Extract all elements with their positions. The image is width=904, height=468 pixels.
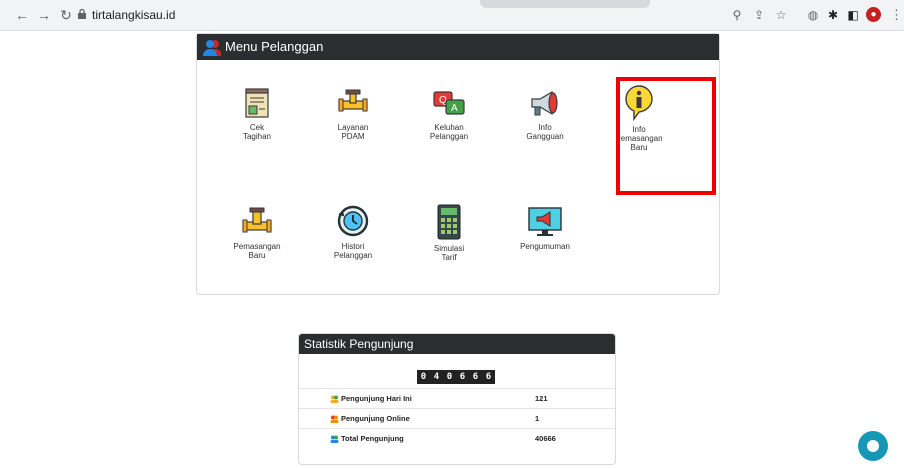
calculator-icon [437,204,461,240]
bookmark-star-icon[interactable]: ☆ [774,8,788,22]
tile-label: Gangguan [526,132,564,141]
profile-avatar[interactable]: ● [866,7,881,22]
extensions-puzzle-icon[interactable]: ✱ [826,8,840,22]
valve-pipe-icon [242,207,272,233]
stats-label: Pengunjung Online [341,414,410,423]
people-icon [203,40,221,56]
menu-header: Menu Pelanggan [197,34,719,60]
tile-label: PDAM [341,132,365,141]
menu-keluhan-pelanggan[interactable]: Q A Keluhan Pelanggan [414,87,484,141]
tile-label: Histori [341,242,365,251]
reload-icon[interactable]: ↻ [58,7,74,23]
address-bar[interactable]: tirtalangkisau.id [92,8,175,22]
share-icon[interactable]: ⇪ [752,8,766,22]
counter-digit: 0 [420,372,427,382]
megaphone-icon [531,90,558,116]
complaint-chat-icon: Q A [433,91,465,115]
counter-digit: 4 [433,372,440,382]
stats-label: Total Pengunjung [341,434,404,443]
back-icon[interactable]: ← [14,7,30,23]
tile-label: Cek [249,123,265,132]
counter-digit: 6 [459,372,466,382]
stats-row-total: Total Pengunjung 40666 [299,428,615,449]
extension-globe-icon[interactable]: ◍ [806,8,820,22]
bill-icon [245,88,269,118]
tab-strip [480,0,650,8]
more-menu-icon[interactable]: ⋮ [890,7,903,23]
forward-icon[interactable]: → [36,7,52,23]
menu-cek-tagihan[interactable]: Cek Tagihan [222,87,292,141]
tile-label: Simulasi [433,244,465,253]
menu-histori-pelanggan[interactable]: Histori Pelanggan [318,204,388,260]
menu-pengumuman[interactable]: Pengumuman [510,206,580,251]
tile-label: Pelanggan [333,251,373,260]
zoom-icon[interactable]: ⚲ [730,8,744,22]
tile-label: Pelanggan [429,132,469,141]
stats-value: 40666 [535,434,556,443]
history-clock-icon [337,205,369,237]
tile-label: Layanan [337,123,369,132]
lock-icon[interactable] [77,8,87,20]
tile-label: Pemasangan [233,242,281,251]
counter-digit: 6 [485,372,492,382]
counter-digit: 6 [472,372,479,382]
announcement-monitor-icon [528,207,562,236]
menu-title: Menu Pelanggan [225,39,324,54]
svg-text:A: A [451,103,458,114]
visitor-counter: 0 4 0 6 6 6 [417,370,495,384]
stats-row-online: Pengunjung Online 1 [299,408,615,429]
stats-panel: Statistik Pengunjung 0 4 0 6 6 6 Pengunj… [298,333,616,465]
tile-label: Tarif [441,253,457,262]
stats-label: Pengunjung Hari Ini [341,394,412,403]
stats-value: 121 [535,394,548,403]
menu-layanan-pdam[interactable]: Layanan PDAM [318,87,388,141]
tile-label: Info [538,123,552,132]
menu-pemasangan-baru[interactable]: Pemasangan Baru [222,206,292,260]
stats-row-today: Pengunjung Hari Ini 121 [299,388,615,409]
stats-value: 1 [535,414,540,423]
browser-toolbar: ← → ↻ tirtalangkisau.id ⚲ ⇪ ☆ ◍ ✱ ◧ ● ⋮ [0,0,904,31]
menu-info-gangguan[interactable]: Info Gangguan [510,87,580,141]
stats-title: Statistik Pengunjung [299,334,615,354]
menu-simulasi-tarif[interactable]: Simulasi Tarif [414,204,484,262]
side-panel-icon[interactable]: ◧ [846,8,860,22]
tile-label: Tagihan [242,132,272,141]
tile-label: Keluhan [434,123,464,132]
highlight-box [616,77,716,195]
tile-label: Baru [248,251,266,260]
water-pipe-icon [338,89,368,112]
tile-label: Pengumuman [520,242,570,251]
counter-digit: 0 [446,372,453,382]
chat-widget-button[interactable] [858,431,888,461]
